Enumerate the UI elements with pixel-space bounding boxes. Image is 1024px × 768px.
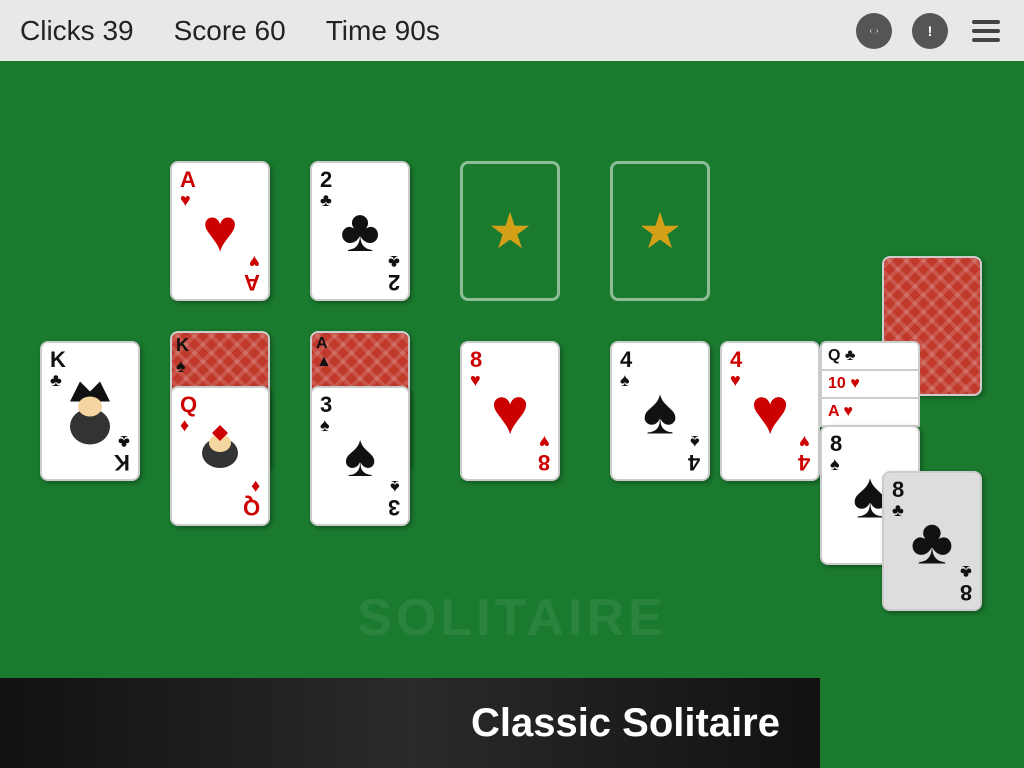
undo-icon[interactable] bbox=[856, 13, 892, 49]
watermark: SOLITAIRE bbox=[357, 588, 666, 648]
col2-queen-diamonds[interactable]: Q ♦ Q ♦ bbox=[170, 386, 270, 526]
tableau-col4[interactable]: 8 ♥ ♥ 8 ♥ bbox=[460, 341, 560, 481]
tableau-col1[interactable]: K ♣ K ♣ bbox=[40, 341, 140, 481]
game-banner: Classic Solitaire bbox=[0, 678, 820, 768]
col7-card-q: Q ♣ bbox=[820, 341, 920, 371]
header-icons: ! bbox=[856, 13, 1004, 49]
game-header: Clicks 39 Score 60 Time 90s ! bbox=[0, 0, 1024, 61]
time-stat: Time 90s bbox=[326, 15, 440, 47]
foundation-4[interactable]: ★ bbox=[610, 161, 710, 301]
col3-three-spades[interactable]: 3 ♠ ♠ 3 ♠ bbox=[310, 386, 410, 526]
foundation-3[interactable]: ★ bbox=[460, 161, 560, 301]
col7-card-a: A ♥ bbox=[820, 397, 920, 427]
foundation-1[interactable]: A ♥ ♥ A ♥ bbox=[170, 161, 270, 301]
tableau-col6[interactable]: 4 ♥ ♥ 4 ♥ bbox=[720, 341, 820, 481]
foundation-2[interactable]: 2 ♣ ♣ 2 ♣ bbox=[310, 161, 410, 301]
game-title: Classic Solitaire bbox=[471, 701, 780, 746]
col7-card-10: 10 ♥ bbox=[820, 369, 920, 399]
svg-text:!: ! bbox=[928, 23, 933, 39]
game-area: SOLITAIRE A ♥ ♥ A ♥ 2 ♣ ♣ 2 ♣ ★ ★ K ♣ bbox=[0, 61, 1024, 768]
waste-card-8clubs[interactable]: 8 ♣ ♣ 8 ♣ bbox=[882, 471, 982, 611]
score-stat: Score 60 bbox=[174, 15, 286, 47]
clicks-stat: Clicks 39 bbox=[20, 15, 134, 47]
menu-icon[interactable] bbox=[968, 13, 1004, 49]
tableau-col5[interactable]: 4 ♠ ♠ 4 ♠ bbox=[610, 341, 710, 481]
alert-icon[interactable]: ! bbox=[912, 13, 948, 49]
